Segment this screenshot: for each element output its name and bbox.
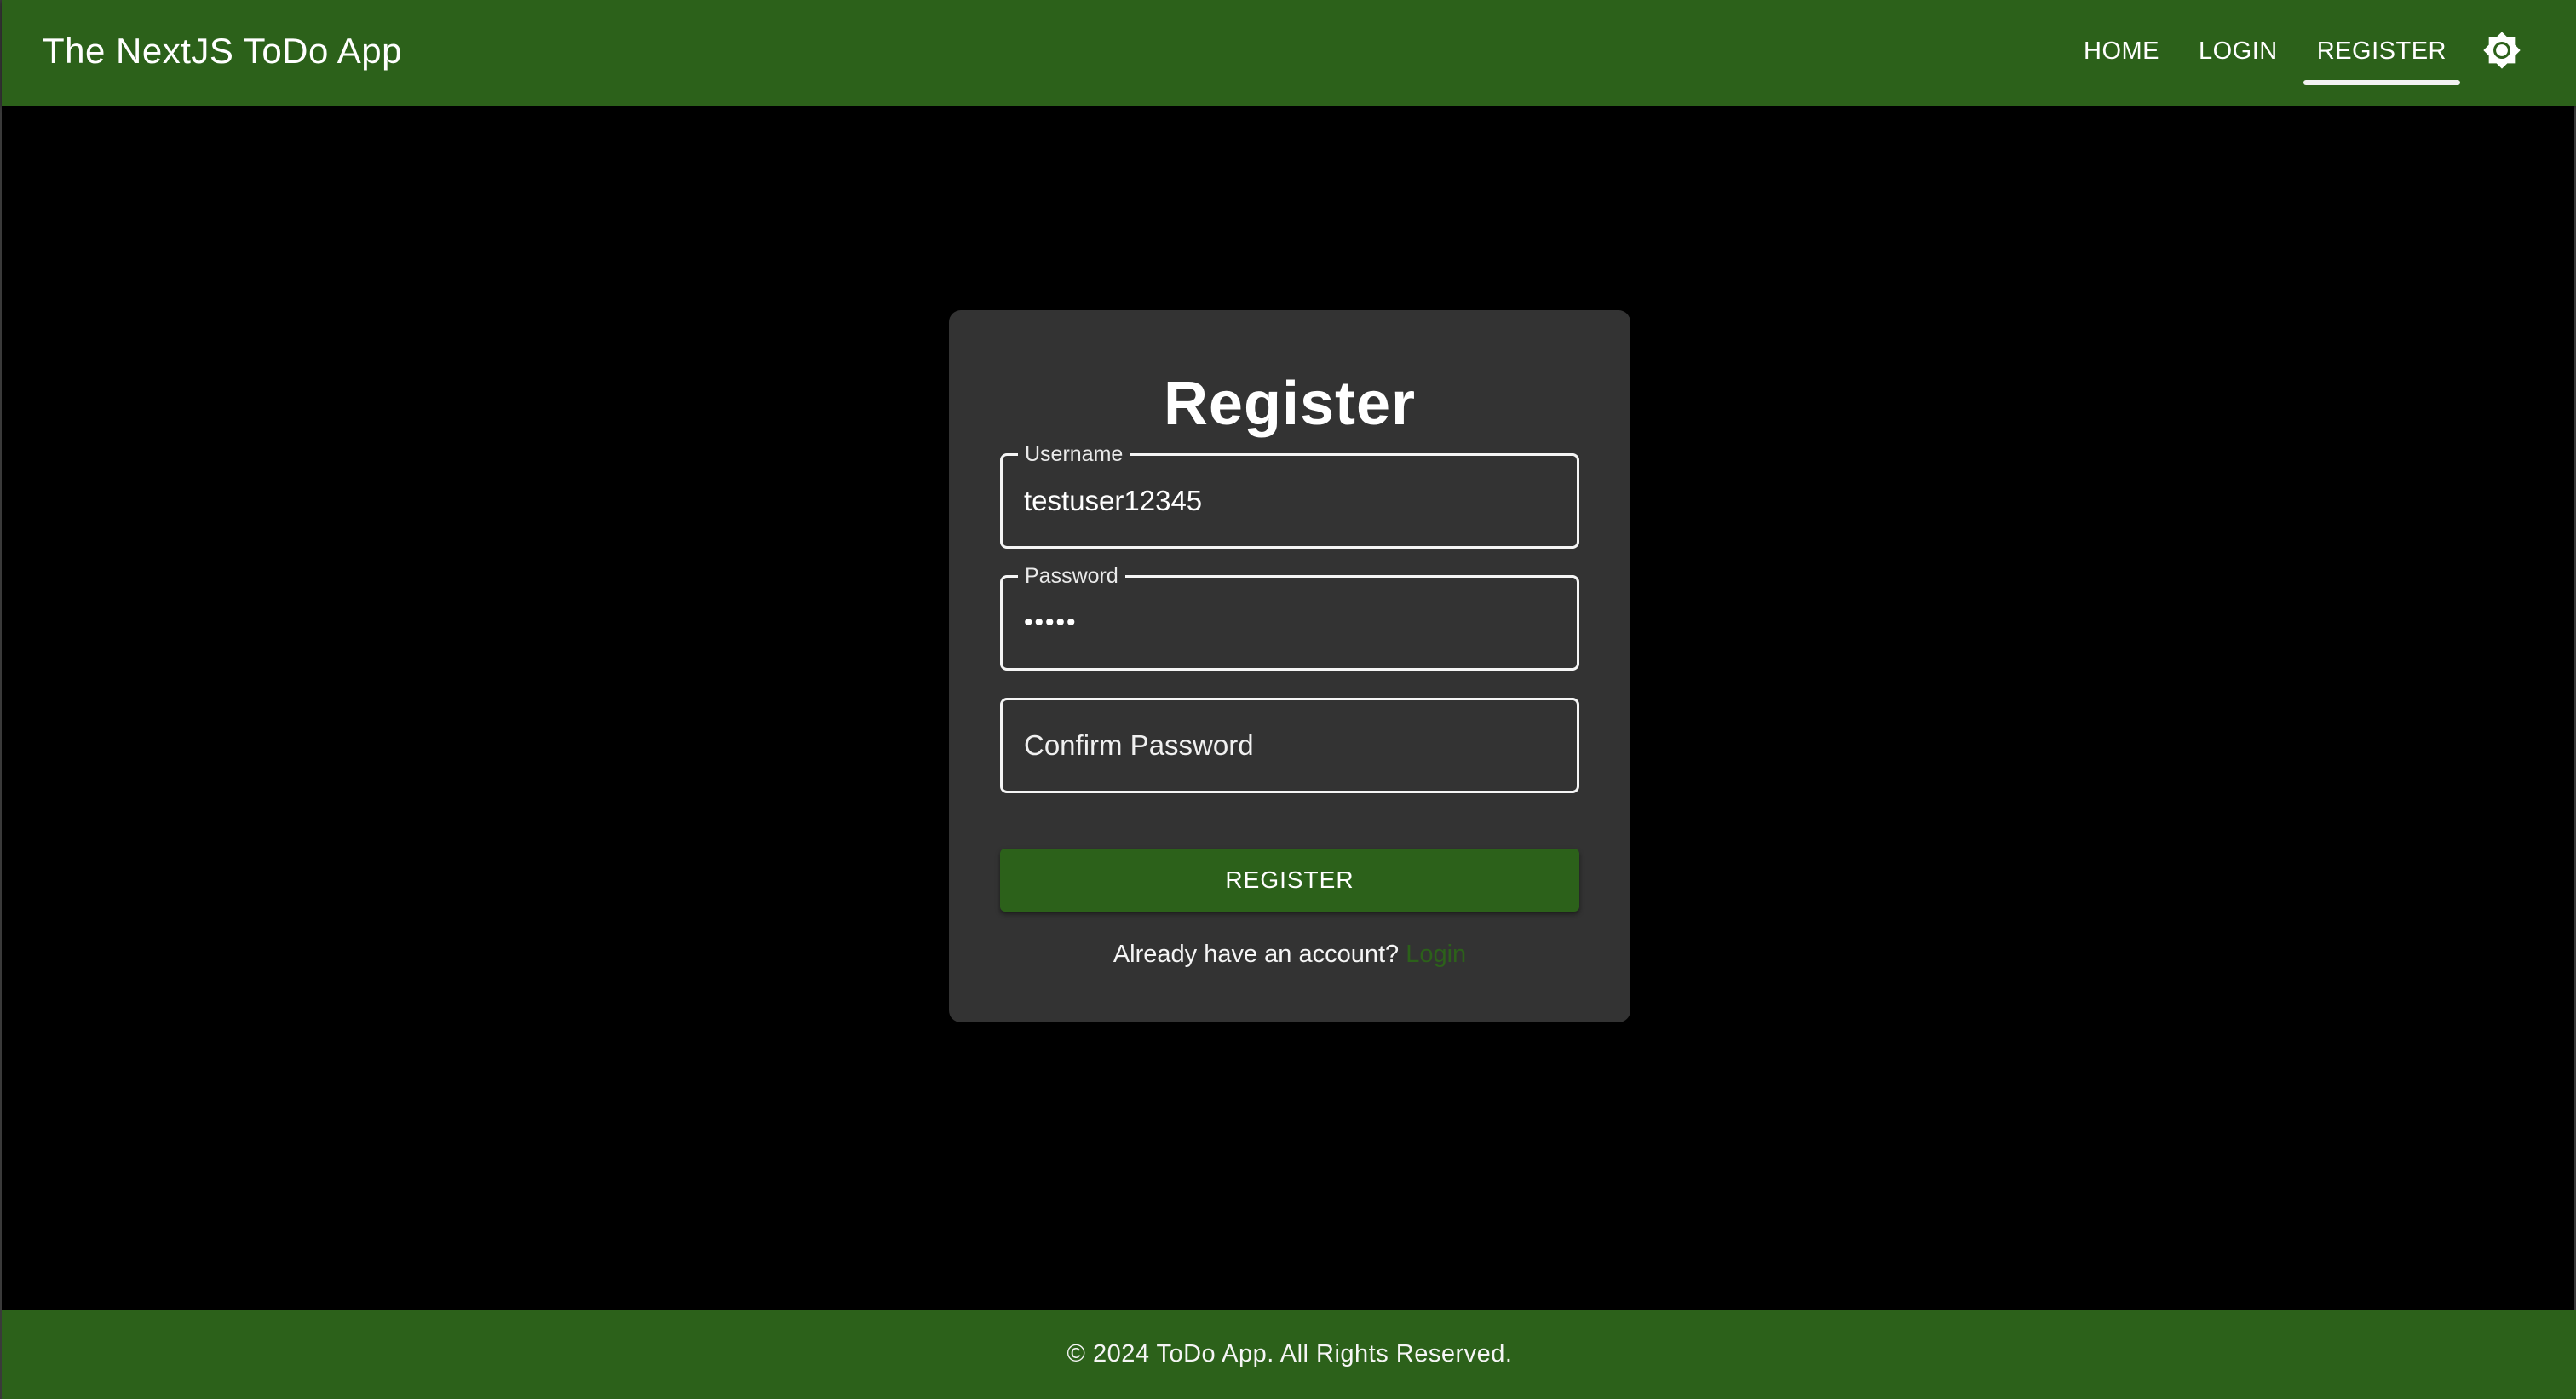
footer-copyright: © 2024 ToDo App. All Rights Reserved. [1067,1340,1513,1367]
confirm-password-field[interactable] [1000,698,1579,793]
login-link[interactable]: Login [1406,941,1466,968]
username-field[interactable]: Username [1000,441,1579,549]
login-prompt: Already have an account? Login [949,937,1630,971]
main-nav: HOME LOGIN REGISTER [2058,26,2461,85]
nav-register[interactable]: REGISTER [2303,26,2461,85]
password-field[interactable]: Password [1000,563,1579,671]
register-button[interactable]: REGISTER [1000,849,1579,912]
app-frame: The NextJS ToDo App HOME LOGIN REGISTER … [0,0,2576,1399]
username-input[interactable] [1024,456,1560,546]
confirm-password-input[interactable] [1024,700,1560,791]
nav-login[interactable]: LOGIN [2185,26,2291,77]
footer: © 2024 ToDo App. All Rights Reserved. [2,1310,2576,1399]
login-prompt-text: Already have an account? [1113,941,1400,968]
register-card: Register Username Password REGISTER Alre… [949,310,1630,1022]
nav-home[interactable]: HOME [2070,26,2173,77]
theme-toggle-button[interactable] [2481,29,2523,72]
app-title[interactable]: The NextJS ToDo App [43,26,402,77]
register-heading: Register [1163,370,1417,438]
app-bar: The NextJS ToDo App HOME LOGIN REGISTER [2,0,2576,106]
password-input[interactable] [1024,578,1560,668]
brightness-icon [2483,32,2521,69]
